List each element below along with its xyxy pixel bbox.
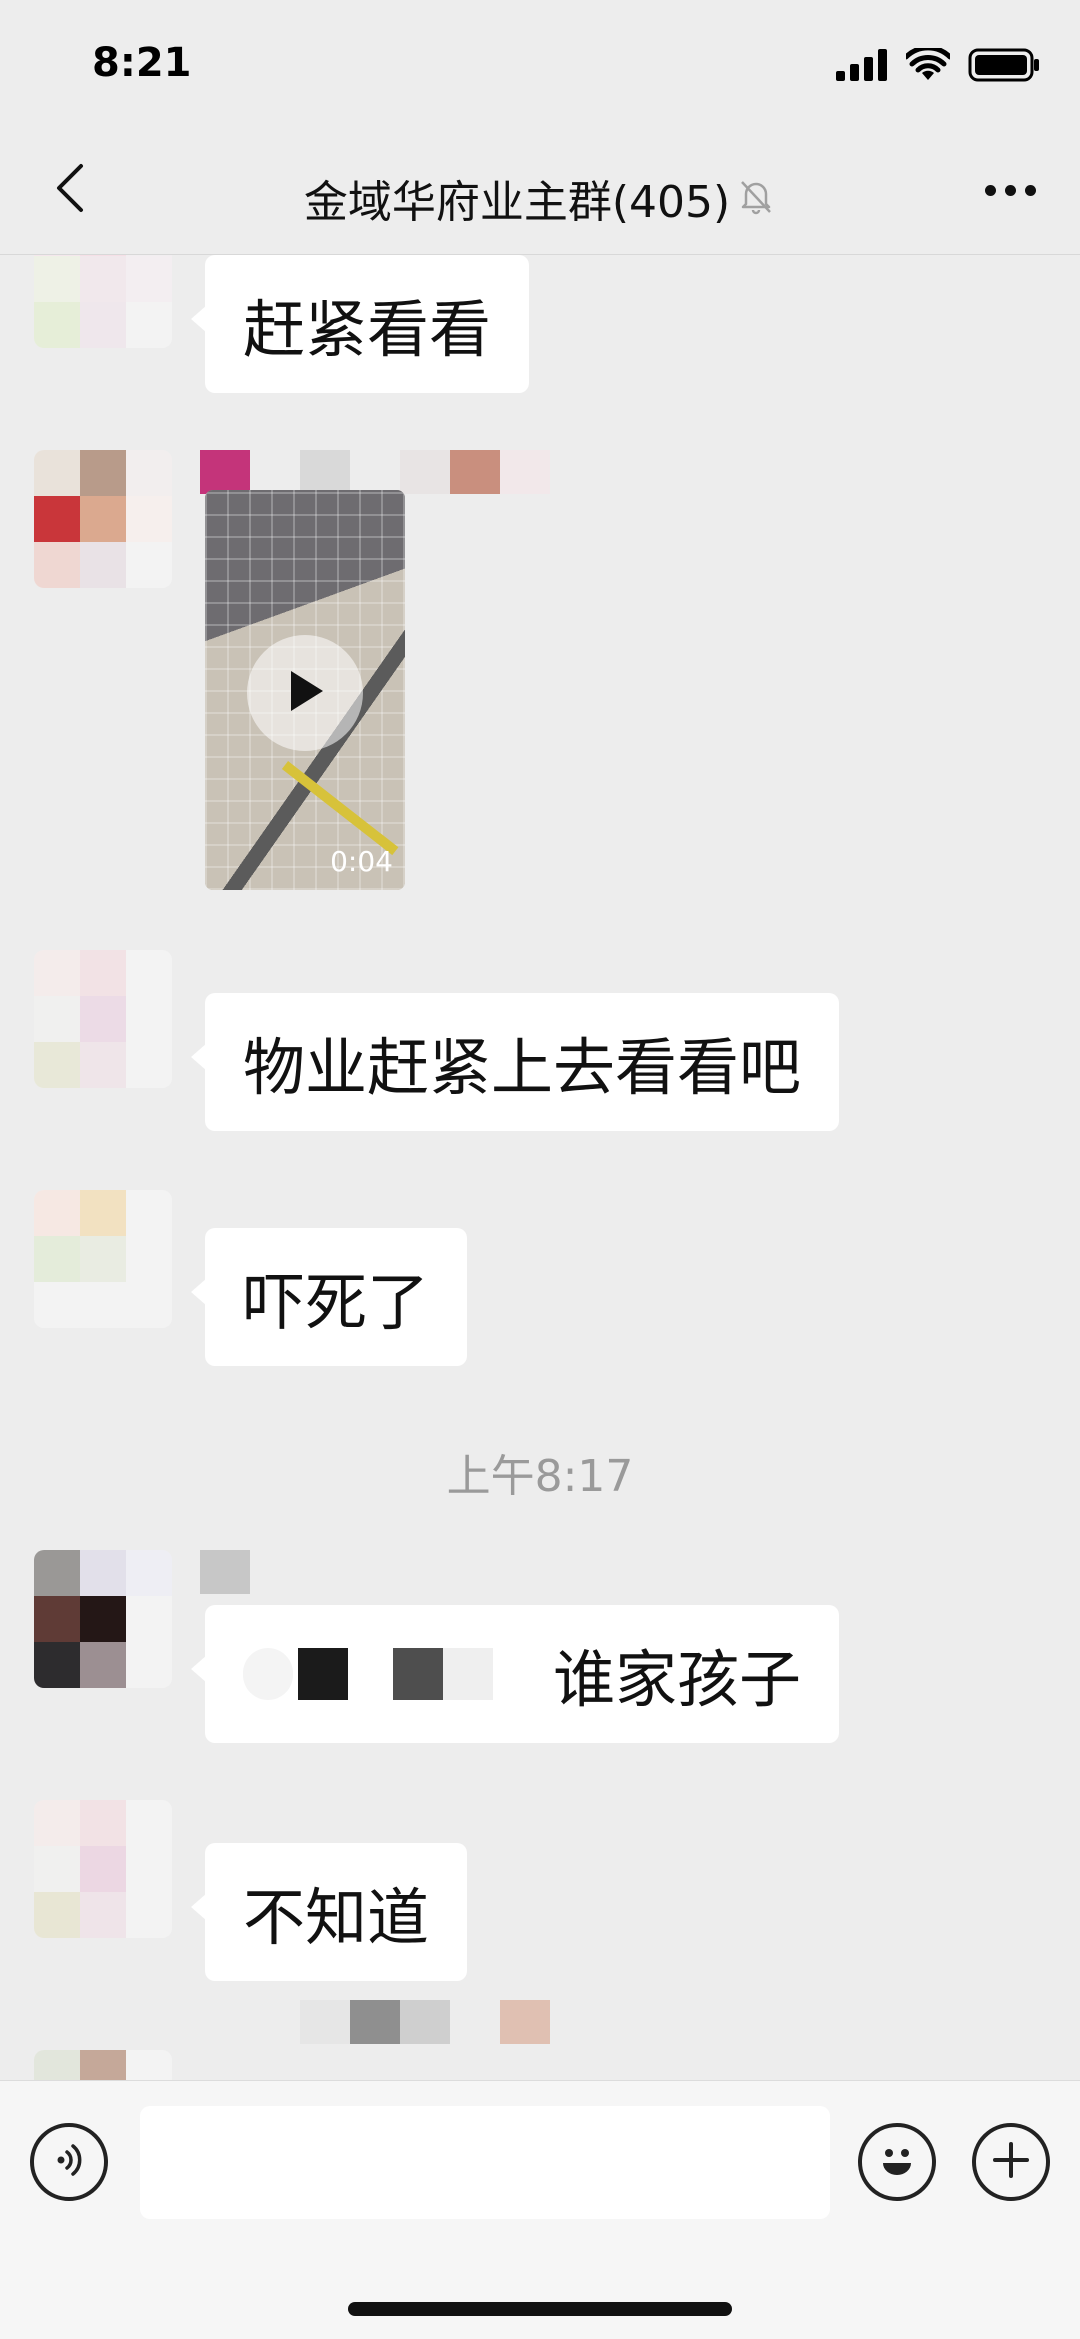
message-text: 谁家孩子 (553, 1643, 802, 1716)
more-icon-dot (1004, 184, 1016, 196)
voice-icon (49, 2140, 89, 2184)
wifi-icon (903, 45, 953, 86)
home-indicator[interactable] (348, 2302, 732, 2316)
more-button[interactable] (980, 170, 1040, 210)
message-bubble[interactable]: 谁家孩子 (190, 1605, 840, 1743)
message-bubble[interactable]: 不知道 (190, 1843, 468, 1981)
mention-masked (243, 1648, 533, 1700)
nav-title-wrap: 金域华府业主群(405) (0, 166, 1080, 230)
play-button[interactable] (247, 635, 363, 751)
avatar[interactable] (34, 2050, 172, 2080)
sender-name-masked (200, 450, 550, 494)
emoji-button[interactable] (858, 2123, 936, 2201)
message-text: 吓死了 (243, 1266, 430, 1339)
status-icons (836, 45, 1040, 86)
signal-icon (836, 49, 888, 85)
chat-message-list[interactable]: 赶紧看看 0:04 物业赶紧上去看看吧 吓死了 上午8:17 谁家孩子 不知道 (0, 255, 1080, 2080)
avatar[interactable] (34, 950, 172, 1088)
mute-bell-icon (736, 176, 776, 220)
input-bar (0, 2080, 1080, 2339)
group-title: 金域华府业主群(405) (303, 177, 731, 228)
plus-icon (989, 2138, 1033, 2186)
avatar[interactable] (34, 1800, 172, 1938)
message-bubble[interactable]: 吓死了 (190, 1228, 468, 1366)
nav-bar: 金域华府业主群(405) (0, 130, 1080, 255)
timestamp-separator: 上午8:17 (446, 1451, 634, 1502)
avatar[interactable] (34, 1550, 172, 1688)
more-icon (984, 184, 996, 196)
avatar[interactable] (34, 255, 172, 348)
message-text: 物业赶紧上去看看吧 (243, 1031, 802, 1104)
more-icon-dot (1024, 184, 1036, 196)
battery-icon (968, 48, 1040, 86)
message-input[interactable] (140, 2106, 830, 2219)
sender-name-masked (300, 2000, 550, 2044)
status-bar: 8:21 (0, 0, 1080, 130)
sender-name-masked (200, 1550, 250, 1594)
message-bubble[interactable]: 赶紧看看 (190, 255, 530, 393)
avatar[interactable] (34, 450, 172, 588)
message-bubble[interactable]: 物业赶紧上去看看吧 (190, 993, 840, 1131)
message-text: 不知道 (243, 1881, 430, 1954)
video-message[interactable]: 0:04 (205, 490, 405, 890)
video-duration: 0:04 (330, 845, 393, 878)
voice-button[interactable] (30, 2123, 108, 2201)
status-time: 8:21 (92, 40, 192, 86)
avatar[interactable] (34, 1190, 172, 1328)
more-functions-button[interactable] (972, 2123, 1050, 2201)
emoji-icon (872, 2135, 922, 2189)
message-text: 赶紧看看 (243, 293, 492, 366)
play-icon (283, 667, 327, 719)
